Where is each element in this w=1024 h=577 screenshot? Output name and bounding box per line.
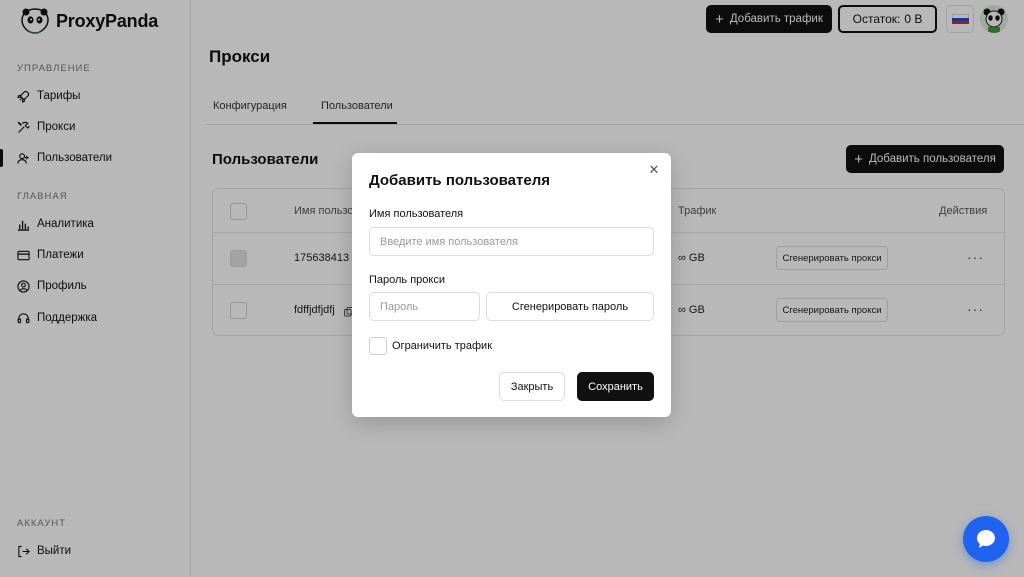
close-icon[interactable]: ✕ (647, 163, 661, 177)
password-label: Пароль прокси (369, 274, 445, 286)
modal-title: Добавить пользователя (369, 172, 550, 189)
close-button[interactable]: Закрыть (499, 372, 565, 401)
password-input[interactable] (369, 292, 480, 321)
add-user-modal: Добавить пользователя ✕ Имя пользователя… (352, 153, 671, 417)
chat-bubble-icon (977, 530, 995, 548)
generate-password-button[interactable]: Сгенерировать пароль (486, 292, 654, 321)
limit-traffic-checkbox[interactable] (369, 337, 387, 355)
chat-widget-button[interactable] (963, 516, 1009, 562)
username-label: Имя пользователя (369, 208, 464, 220)
username-input[interactable] (369, 227, 654, 256)
limit-traffic-label: Ограничить трафик (392, 340, 493, 352)
save-button[interactable]: Сохранить (577, 372, 654, 401)
